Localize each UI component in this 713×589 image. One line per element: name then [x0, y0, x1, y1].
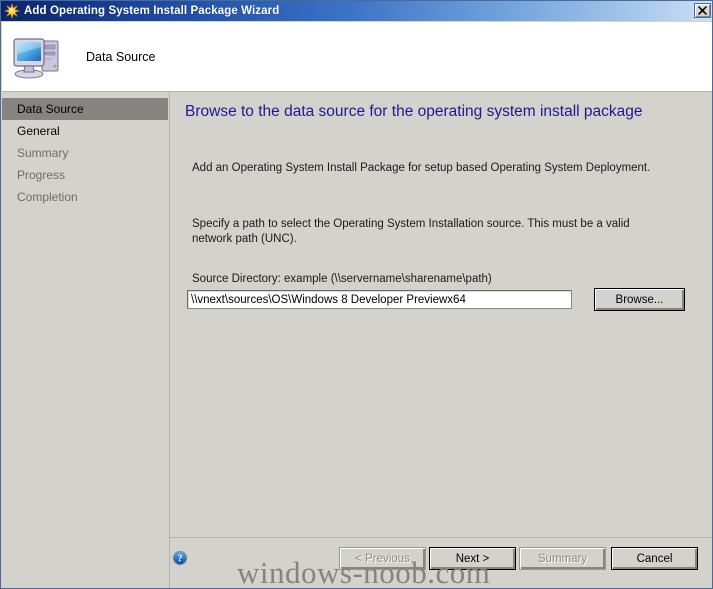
- wizard-step-sidebar: Data Source General Summary Progress Com…: [2, 92, 168, 537]
- window-title: Add Operating System Install Package Wiz…: [24, 5, 279, 17]
- svg-text:?: ?: [178, 554, 183, 565]
- description-paragraph-1: Add an Operating System Install Package …: [192, 161, 672, 176]
- sidebar-item-completion[interactable]: Completion: [2, 186, 168, 208]
- computer-icon: [12, 33, 64, 81]
- source-directory-label: Source Directory: example (\\servername\…: [192, 273, 492, 285]
- sidebar-item-label: Progress: [17, 168, 65, 182]
- help-icon[interactable]: ?: [172, 550, 188, 566]
- sidebar-item-progress[interactable]: Progress: [2, 164, 168, 186]
- body-area: Data Source General Summary Progress Com…: [2, 92, 713, 537]
- sidebar-item-label: Summary: [17, 146, 68, 160]
- summary-button[interactable]: Summary: [519, 547, 606, 570]
- sunburst-icon: [4, 3, 20, 19]
- source-directory-input[interactable]: [187, 290, 572, 309]
- footer-left-divider: [169, 537, 170, 589]
- sidebar-item-general[interactable]: General: [2, 120, 168, 142]
- next-button[interactable]: Next >: [429, 547, 516, 570]
- browse-button[interactable]: Browse...: [594, 288, 685, 311]
- footer-divider: [169, 537, 713, 538]
- cancel-button[interactable]: Cancel: [611, 547, 698, 570]
- wizard-window: Add Operating System Install Package Wiz…: [0, 0, 713, 589]
- wizard-header: Data Source: [2, 22, 713, 92]
- content-pane: Browse to the data source for the operat…: [170, 92, 713, 537]
- page-title: Browse to the data source for the operat…: [185, 103, 643, 121]
- sidebar-item-summary[interactable]: Summary: [2, 142, 168, 164]
- title-bar: Add Operating System Install Package Wiz…: [1, 1, 713, 21]
- sidebar-item-label: Completion: [17, 190, 78, 204]
- sidebar-item-label: General: [17, 124, 60, 138]
- sidebar-item-label: Data Source: [17, 102, 84, 116]
- wizard-footer: ? < Previous Next > Summary Cancel: [2, 537, 713, 589]
- description-paragraph-2: Specify a path to select the Operating S…: [192, 217, 672, 247]
- close-button[interactable]: [694, 3, 711, 18]
- sidebar-item-data-source[interactable]: Data Source: [2, 98, 168, 120]
- header-title: Data Source: [86, 50, 155, 64]
- previous-button[interactable]: < Previous: [339, 547, 426, 570]
